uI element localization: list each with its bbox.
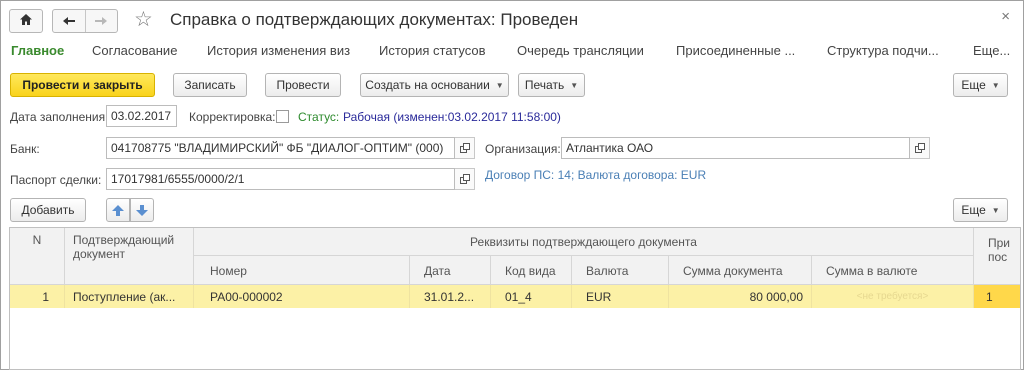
org-field[interactable]: Атлантика ОАО [561,137,910,159]
post-and-close-button[interactable]: Провести и закрыть [10,73,155,97]
tab-visa-history[interactable]: История изменения виз [207,43,350,58]
cell-n: 1 [10,285,65,308]
passport-field[interactable]: 17017981/6555/0000/2/1 [106,168,455,190]
passport-open-button[interactable] [455,168,475,190]
date-label: Дата заполнения: [10,110,109,124]
cell-document: Поступление (ак... [65,285,194,308]
col-header-document[interactable]: Подтверждающий документ [65,228,194,285]
move-down-button[interactable] [130,198,154,222]
col-header-sum-cur[interactable]: Сумма в валюте [812,256,974,285]
date-field[interactable]: 03.02.2017 [106,105,177,127]
tab-more[interactable]: Еще... [973,43,1010,58]
bank-label: Банк: [10,142,40,156]
status-value: Рабочая (изменен:03.02.2017 11:58:00) [343,110,561,124]
forward-arrow-icon [95,17,108,25]
home-icon [19,13,33,29]
move-up-icon [112,204,124,216]
home-button[interactable] [9,9,43,33]
window-title: Справка о подтверждающих документах: Про… [170,10,579,29]
tab-bar: Главное Согласование История изменения в… [11,43,1021,61]
open-field-icon [459,174,470,184]
cell-extra: 1 [974,285,1020,308]
tab-structure[interactable]: Структура подчи... [827,43,939,58]
bank-field[interactable]: 041708775 "ВЛАДИМИРСКИЙ" ФБ "ДИАЛОГ-ОПТИ… [106,137,455,159]
move-up-button[interactable] [106,198,130,222]
cell-number: РА00-000002 [194,285,410,308]
star-icon[interactable]: ☆ [134,8,153,32]
col-header-extra-bottom: пос [988,250,1008,264]
more-label: Еще [961,78,986,92]
table-more-label: Еще [961,203,986,217]
status-label: Статус: [298,110,340,124]
tab-status-history[interactable]: История статусов [379,43,486,58]
tab-approval[interactable]: Согласование [92,43,177,58]
tab-attached[interactable]: Присоединенные ... [676,43,795,58]
tab-main[interactable]: Главное [11,43,64,58]
back-button[interactable] [53,10,85,32]
move-down-icon [136,204,148,216]
correction-label: Корректировка: [189,110,276,124]
cell-date: 31.01.2... [410,285,491,308]
table-more-button[interactable]: Еще ▼ [953,198,1008,222]
tab-translation-queue[interactable]: Очередь трансляции [517,43,644,58]
col-header-group: Реквизиты подтверждающего документа [194,228,974,256]
table-row[interactable]: 1 Поступление (ак... РА00-000002 31.01.2… [10,285,1020,308]
col-header-extra-top: При [988,236,1011,250]
contract-link[interactable]: Договор ПС: 14; Валюта договора: EUR [485,168,706,182]
dropdown-arrow-icon: ▼ [570,80,579,90]
col-header-currency[interactable]: Валюта [572,256,669,285]
correction-checkbox[interactable] [276,110,289,123]
cell-code: 01_4 [491,285,572,308]
col-header-n[interactable]: N [10,228,65,285]
documents-table: N Подтверждающий документ Реквизиты подт… [9,227,1021,370]
cell-sum-cur: <не требуется> [812,285,974,308]
open-field-icon [914,143,925,153]
back-arrow-icon [62,17,75,25]
post-button[interactable]: Провести [265,73,341,97]
forward-button[interactable] [84,10,117,32]
print-label: Печать [524,78,565,92]
create-based-on-button[interactable]: Создать на основании ▼ [360,73,509,97]
open-field-icon [459,143,470,153]
col-header-number[interactable]: Номер [194,256,410,285]
add-row-button[interactable]: Добавить [10,198,86,222]
bank-open-button[interactable] [455,137,475,159]
col-header-code[interactable]: Код вида [491,256,572,285]
dropdown-arrow-icon: ▼ [991,80,1000,90]
history-nav [52,9,118,33]
col-header-date[interactable]: Дата [410,256,491,285]
org-open-button[interactable] [910,137,930,159]
cell-currency: EUR [572,285,669,308]
cell-sum-doc: 80 000,00 [669,285,812,308]
col-header-sum-doc[interactable]: Сумма документа [669,256,812,285]
passport-label: Паспорт сделки: [10,173,102,187]
print-button[interactable]: Печать ▼ [518,73,585,97]
col-header-extra[interactable]: При пос [974,228,1020,285]
org-label: Организация: [485,142,561,156]
dropdown-arrow-icon: ▼ [991,205,1000,215]
close-icon[interactable]: × [1001,8,1010,25]
create-based-on-label: Создать на основании [365,78,490,92]
dropdown-arrow-icon: ▼ [495,80,504,90]
save-button[interactable]: Записать [173,73,247,97]
more-button[interactable]: Еще ▼ [953,73,1008,97]
